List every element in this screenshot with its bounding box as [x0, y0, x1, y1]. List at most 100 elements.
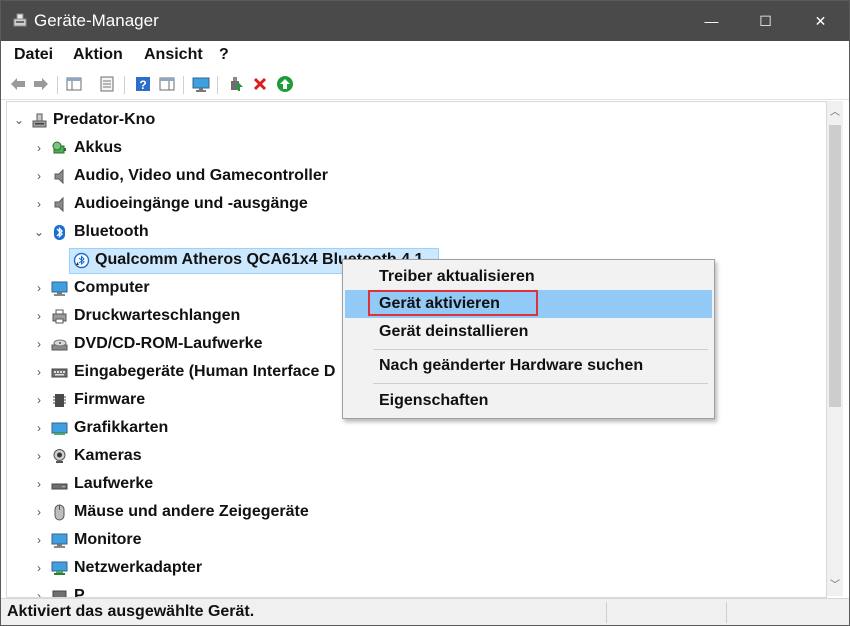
- back-arrow-icon[interactable]: [9, 75, 27, 93]
- status-separator: [726, 602, 727, 623]
- toolbar-separator: [183, 76, 184, 94]
- expand-chevron-icon[interactable]: ›: [33, 141, 45, 155]
- expand-chevron-icon[interactable]: ›: [33, 365, 45, 379]
- tree-category-audio-video[interactable]: › Audio, Video und Gamecontroller: [7, 163, 826, 189]
- toolbar-separator: [217, 76, 218, 94]
- minimize-button[interactable]: —: [682, 1, 741, 41]
- tree-category-label: Akkus: [74, 139, 123, 156]
- expand-chevron-icon[interactable]: ›: [33, 197, 45, 211]
- mouse-icon: [51, 504, 68, 521]
- menu-item-enable-device[interactable]: Gerät aktivieren: [345, 290, 712, 318]
- menu-item-label: Eigenschaften: [379, 392, 489, 409]
- tree-category-network[interactable]: › Netzwerkadapter: [7, 555, 826, 581]
- window-title: Geräte-Manager: [34, 11, 159, 30]
- keyboard-icon: [51, 364, 68, 381]
- tree-category-label: Audioeingänge und -ausgänge: [74, 195, 308, 212]
- help-icon[interactable]: ?: [134, 75, 152, 93]
- tree-category-audio-io[interactable]: › Audioeingänge und -ausgänge: [7, 191, 826, 217]
- properties-icon[interactable]: [98, 75, 116, 93]
- collapse-chevron-icon[interactable]: ⌄: [33, 225, 45, 239]
- vertical-scrollbar[interactable]: ︿ ﹀: [827, 101, 843, 596]
- menu-separator: [373, 349, 708, 350]
- tree-category-label: Audio, Video und Gamecontroller: [74, 167, 328, 184]
- scroll-down-arrow-icon[interactable]: ﹀: [827, 578, 843, 594]
- action-pane-icon[interactable]: [158, 75, 176, 93]
- device-manager-app-icon: [12, 12, 28, 28]
- tree-category-bluetooth[interactable]: ⌄ Bluetooth: [7, 219, 826, 245]
- tree-category-drives[interactable]: › Laufwerke: [7, 471, 826, 497]
- expand-chevron-icon[interactable]: ›: [33, 477, 45, 491]
- expand-chevron-icon[interactable]: ›: [33, 337, 45, 351]
- menu-item-update-driver[interactable]: Treiber aktualisieren: [345, 263, 712, 291]
- expand-chevron-icon[interactable]: ›: [33, 505, 45, 519]
- expand-chevron-icon[interactable]: ›: [33, 449, 45, 463]
- battery-icon: [51, 140, 68, 157]
- speaker-icon: [51, 168, 68, 185]
- title-bar[interactable]: Geräte-Manager — ☐ ✕: [1, 1, 849, 41]
- console-tree-icon[interactable]: [65, 75, 83, 93]
- expand-chevron-icon[interactable]: ›: [33, 281, 45, 295]
- menu-item-properties[interactable]: Eigenschaften: [345, 387, 712, 415]
- firmware-icon: [51, 392, 68, 409]
- bluetooth-device-icon: [73, 252, 90, 269]
- network-adapter-icon: [51, 560, 68, 577]
- scrollbar-thumb[interactable]: [829, 125, 841, 407]
- tree-category-label: Druckwarteschlangen: [74, 307, 241, 324]
- tree-category-label: Kameras: [74, 447, 142, 464]
- disk-drive-icon: [51, 476, 68, 493]
- expand-chevron-icon[interactable]: ›: [33, 589, 45, 597]
- expand-chevron-icon[interactable]: ›: [33, 169, 45, 183]
- computer-icon: [51, 280, 68, 297]
- maximize-button[interactable]: ☐: [736, 1, 795, 41]
- menu-item-label: Nach geänderter Hardware suchen: [379, 357, 644, 374]
- tree-root-row[interactable]: ⌄ Predator-Kno: [7, 107, 826, 133]
- menu-separator: [373, 383, 708, 384]
- menu-item-label: Gerät aktivieren: [379, 295, 500, 312]
- tree-category-label: P: [74, 587, 85, 598]
- expand-chevron-icon[interactable]: ›: [33, 309, 45, 323]
- forward-arrow-icon[interactable]: [32, 75, 50, 93]
- expand-chevron-icon[interactable]: ›: [33, 421, 45, 435]
- menu-ansicht[interactable]: Ansicht: [144, 46, 203, 64]
- device-category-icon: [51, 588, 68, 597]
- tree-category-mice[interactable]: › Mäuse und andere Zeigegeräte: [7, 499, 826, 525]
- tree-category-partial[interactable]: › P: [7, 583, 826, 598]
- menu-item-scan-hardware[interactable]: Nach geänderter Hardware suchen: [345, 352, 712, 380]
- toolbar: ?: [1, 71, 849, 100]
- status-bar: Aktiviert das ausgewählte Gerät.: [1, 598, 849, 625]
- tree-category-label: Firmware: [74, 391, 146, 408]
- tree-category-monitors[interactable]: › Monitore: [7, 527, 826, 553]
- expand-chevron-icon[interactable]: ›: [33, 393, 45, 407]
- context-menu: Treiber aktualisieren Gerät aktivieren G…: [342, 259, 715, 419]
- enable-device-icon[interactable]: [276, 75, 294, 93]
- tree-root-label: Predator-Kno: [53, 111, 156, 128]
- tree-category-label: Mäuse und andere Zeigegeräte: [74, 503, 309, 520]
- printer-icon: [51, 308, 68, 325]
- computer-tower-icon: [31, 112, 48, 129]
- tree-category-label: Grafikkarten: [74, 419, 169, 436]
- tree-category-akkus[interactable]: › Akkus: [7, 135, 826, 161]
- menu-datei[interactable]: Datei: [14, 46, 53, 64]
- uninstall-icon[interactable]: [251, 75, 269, 93]
- tree-category-label: Bluetooth: [74, 223, 149, 240]
- update-driver-icon[interactable]: [227, 75, 245, 93]
- collapse-chevron-icon[interactable]: ⌄: [13, 113, 25, 127]
- tree-category-label: Monitore: [74, 531, 142, 548]
- monitor-icon[interactable]: [192, 75, 210, 93]
- monitor-icon: [51, 532, 68, 549]
- menu-item-uninstall-device[interactable]: Gerät deinstallieren: [345, 318, 712, 346]
- menu-help[interactable]: ?: [219, 46, 229, 64]
- toolbar-separator: [124, 76, 125, 94]
- tree-category-cameras[interactable]: › Kameras: [7, 443, 826, 469]
- tree-category-label: DVD/CD-ROM-Laufwerke: [74, 335, 263, 352]
- disc-drive-icon: [51, 336, 68, 353]
- camera-icon: [51, 448, 68, 465]
- close-button[interactable]: ✕: [791, 1, 849, 41]
- expand-chevron-icon[interactable]: ›: [33, 561, 45, 575]
- menu-aktion[interactable]: Aktion: [73, 46, 123, 64]
- scroll-up-arrow-icon[interactable]: ︿: [827, 105, 843, 121]
- status-separator: [606, 602, 607, 623]
- toolbar-separator: [57, 76, 58, 94]
- expand-chevron-icon[interactable]: ›: [33, 533, 45, 547]
- display-adapter-icon: [51, 420, 68, 437]
